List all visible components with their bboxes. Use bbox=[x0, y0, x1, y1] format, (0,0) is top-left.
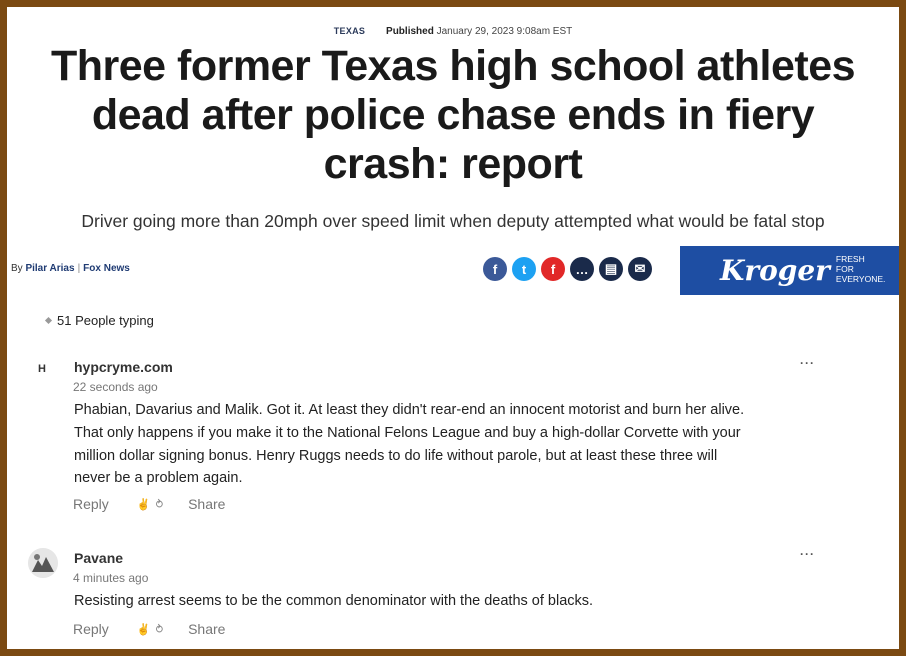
ad-tagline-line-2: FOR bbox=[835, 263, 854, 274]
facebook-share-icon[interactable]: f bbox=[483, 257, 507, 281]
byline-separator: | bbox=[77, 263, 81, 274]
reply-button[interactable]: Reply bbox=[73, 496, 109, 512]
article-meta: TEXAS Published January 29, 2023 9:08am … bbox=[0, 26, 906, 37]
comment-text: Phabian, Davarius and Malik. Got it. At … bbox=[74, 402, 745, 487]
flipboard-share-icon[interactable]: f bbox=[541, 257, 565, 281]
share-button[interactable]: Share bbox=[188, 621, 225, 637]
comment-actions: Reply ✌ ⥁ Share bbox=[73, 496, 225, 512]
thumbs-down-icon[interactable]: ⥁ bbox=[156, 624, 165, 636]
vote-buttons: ✌ ⥁ bbox=[137, 623, 164, 636]
comment-username[interactable]: Pavane bbox=[74, 550, 123, 566]
thumbs-up-icon[interactable]: ✌ bbox=[137, 624, 152, 636]
outlet-link[interactable]: Fox News bbox=[83, 263, 130, 274]
comment-actions: Reply ✌ ⥁ Share bbox=[73, 621, 225, 637]
avatar[interactable] bbox=[28, 548, 58, 578]
avatar-photo-icon bbox=[28, 548, 58, 578]
twitter-share-icon[interactable]: t bbox=[512, 257, 536, 281]
thumbs-up-icon[interactable]: ✌ bbox=[137, 499, 152, 511]
thumbs-down-icon[interactable]: ⥁ bbox=[156, 499, 165, 511]
comment: Pavane 4 minutes ago Resisting arrest se… bbox=[28, 546, 828, 646]
byline: By Pilar Arias | Fox News bbox=[11, 263, 130, 274]
typing-dot-icon bbox=[44, 316, 53, 325]
article-headline: Three former Texas high school athletes … bbox=[50, 42, 856, 188]
article-subheadline: Driver going more than 20mph over speed … bbox=[81, 211, 825, 231]
comment-timestamp: 22 seconds ago bbox=[73, 380, 158, 394]
ad-tagline: FRESH FOR EVERYONE. bbox=[836, 254, 885, 284]
published-date: January 29, 2023 9:08am EST bbox=[436, 26, 573, 37]
comments-icon[interactable]: … bbox=[570, 257, 594, 281]
share-button[interactable]: Share bbox=[188, 496, 225, 512]
email-icon[interactable]: ✉ bbox=[628, 257, 652, 281]
more-options-icon[interactable]: ··· bbox=[800, 356, 815, 370]
kroger-logo: Kroger bbox=[720, 254, 830, 287]
comment-username[interactable]: hypcryme.com bbox=[74, 359, 173, 375]
ad-tagline-line-1: FRESH bbox=[835, 253, 865, 264]
more-options-icon[interactable]: ··· bbox=[800, 547, 815, 561]
typing-indicator-text: 51 People typing bbox=[57, 313, 154, 328]
vote-buttons: ✌ ⥁ bbox=[137, 498, 164, 511]
reply-button[interactable]: Reply bbox=[73, 621, 109, 637]
author-link[interactable]: Pilar Arias bbox=[25, 263, 74, 274]
ad-tagline-line-3: EVERYONE. bbox=[835, 273, 886, 284]
comment: H hypcryme.com 22 seconds ago Phabian, D… bbox=[28, 355, 828, 525]
kroger-ad-banner[interactable]: Kroger FRESH FOR EVERYONE. bbox=[680, 246, 906, 295]
print-icon[interactable]: ▤ bbox=[599, 257, 623, 281]
published-label: Published bbox=[386, 26, 434, 37]
share-bar: f t f … ▤ ✉ bbox=[483, 257, 652, 281]
comment-timestamp: 4 minutes ago bbox=[73, 571, 149, 585]
category-link[interactable]: TEXAS bbox=[334, 26, 366, 36]
typing-indicator: 51 People typing bbox=[44, 313, 154, 328]
avatar[interactable]: H bbox=[38, 363, 46, 375]
comment-text: Resisting arrest seems to be the common … bbox=[74, 593, 594, 609]
byline-prefix: By bbox=[11, 263, 23, 274]
